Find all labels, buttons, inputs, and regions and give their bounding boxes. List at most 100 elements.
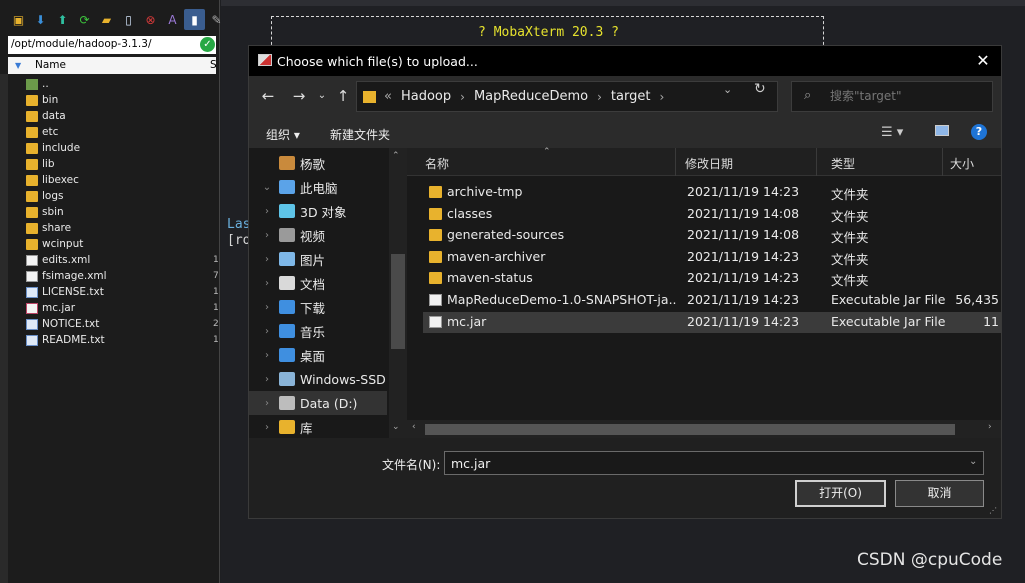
- help-icon[interactable]: ?: [971, 124, 987, 140]
- navigation-scroll-thumb[interactable]: [391, 254, 405, 349]
- collapsed-chevron-icon[interactable]: ›: [261, 254, 273, 265]
- sftp-list-item[interactable]: share: [8, 220, 220, 236]
- sftp-list-item[interactable]: fsimage.xml 7: [8, 268, 220, 284]
- open-button[interactable]: 打开(O): [795, 480, 886, 507]
- sftp-path-input[interactable]: /opt/module/hadoop-3.1.3/: [8, 36, 216, 54]
- collapsed-chevron-icon[interactable]: ›: [261, 422, 273, 433]
- breadcrumb-hadoop[interactable]: Hadoop: [401, 89, 451, 104]
- breadcrumb-separator-icon[interactable]: ›: [659, 90, 664, 104]
- file-row[interactable]: archive-tmp 2021/11/19 14:23 文件夹: [423, 182, 1001, 203]
- collapsed-chevron-icon[interactable]: ›: [261, 374, 273, 385]
- rename-icon[interactable]: A: [162, 9, 183, 30]
- refresh-icon[interactable]: ↻: [754, 81, 766, 97]
- up-arrow-icon[interactable]: ↑: [333, 87, 353, 105]
- horizontal-scroll-thumb[interactable]: [425, 424, 955, 435]
- collapsed-chevron-icon[interactable]: ›: [261, 302, 273, 313]
- column-size-header[interactable]: S: [210, 57, 217, 74]
- nav-item[interactable]: › 库: [249, 415, 389, 439]
- nav-item[interactable]: › 3D 对象: [249, 199, 389, 223]
- sftp-list-item[interactable]: data: [8, 108, 220, 124]
- sftp-list-item[interactable]: logs: [8, 188, 220, 204]
- filename-dropdown-chevron-icon[interactable]: ⌄: [969, 456, 977, 467]
- forward-arrow-icon[interactable]: →: [289, 87, 309, 105]
- nav-item[interactable]: › Data (D:): [249, 391, 387, 415]
- column-divider[interactable]: [942, 148, 943, 176]
- new-folder-button[interactable]: 新建文件夹: [330, 126, 390, 143]
- file-row[interactable]: MapReduceDemo-1.0-SNAPSHOT-ja... 2021/11/…: [423, 290, 1001, 311]
- address-dropdown-chevron-icon[interactable]: ⌄: [723, 83, 732, 96]
- sftp-list-item[interactable]: mc.jar 1: [8, 300, 220, 316]
- column-type-header[interactable]: 类型: [831, 155, 855, 172]
- preview-pane-icon[interactable]: [935, 125, 949, 136]
- nav-item[interactable]: ⌄ 此电脑: [249, 175, 389, 199]
- close-icon[interactable]: ✕: [971, 51, 995, 71]
- breadcrumb-mapreducedemo[interactable]: MapReduceDemo: [474, 89, 588, 104]
- column-size-header[interactable]: 大小: [950, 155, 974, 172]
- collapsed-chevron-icon[interactable]: ›: [261, 326, 273, 337]
- column-name-header[interactable]: Name: [35, 57, 66, 74]
- filename-input[interactable]: [444, 451, 984, 475]
- path-ok-icon[interactable]: ✓: [200, 37, 215, 52]
- nav-item[interactable]: › 桌面: [249, 343, 389, 367]
- collapsed-chevron-icon[interactable]: ›: [261, 206, 273, 217]
- sftp-list-item[interactable]: LICENSE.txt 1: [8, 284, 220, 300]
- nav-item[interactable]: › 文档: [249, 271, 389, 295]
- scroll-right-icon[interactable]: ›: [988, 422, 992, 432]
- address-bar[interactable]: « Hadoop › MapReduceDemo › target ›: [356, 81, 778, 112]
- organize-button[interactable]: 组织 ▾: [266, 126, 300, 143]
- delete-icon[interactable]: ⊗: [140, 9, 161, 30]
- download-icon[interactable]: ⬇: [30, 9, 51, 30]
- scroll-down-icon[interactable]: ⌄: [392, 422, 400, 432]
- scroll-left-icon[interactable]: ‹: [412, 422, 416, 432]
- resize-grip-icon[interactable]: ⋰: [989, 506, 997, 515]
- nav-item[interactable]: › 下载: [249, 295, 389, 319]
- new-file-icon[interactable]: ▯: [118, 9, 139, 30]
- file-row[interactable]: maven-status 2021/11/19 14:23 文件夹: [423, 268, 1001, 289]
- sftp-list-item[interactable]: lib: [8, 156, 220, 172]
- horizontal-scrollbar[interactable]: ‹ ›: [407, 420, 1001, 438]
- search-box[interactable]: ⌕: [791, 81, 993, 112]
- sftp-list-item[interactable]: ..: [8, 76, 220, 92]
- sftp-list-item[interactable]: edits.xml 1: [8, 252, 220, 268]
- dialog-titlebar[interactable]: Choose which file(s) to upload... ✕: [249, 46, 1001, 76]
- sftp-list-item[interactable]: NOTICE.txt 2: [8, 316, 220, 332]
- sftp-list-item[interactable]: bin: [8, 92, 220, 108]
- collapsed-chevron-icon[interactable]: ›: [261, 230, 273, 241]
- file-row[interactable]: generated-sources 2021/11/19 14:08 文件夹: [423, 225, 1001, 246]
- follow-terminal-icon[interactable]: ▮: [184, 9, 205, 30]
- new-folder-icon[interactable]: ▰: [96, 9, 117, 30]
- upload-icon[interactable]: ⬆: [52, 9, 73, 30]
- sftp-list-item[interactable]: include: [8, 140, 220, 156]
- nav-item[interactable]: › 音乐: [249, 319, 389, 343]
- file-row[interactable]: mc.jar 2021/11/19 14:23 Executable Jar Fil…: [423, 311, 1001, 333]
- back-arrow-icon[interactable]: ←: [258, 87, 278, 105]
- file-row[interactable]: classes 2021/11/19 14:08 文件夹: [423, 204, 1001, 225]
- sftp-list-item[interactable]: libexec: [8, 172, 220, 188]
- nav-item[interactable]: › 图片: [249, 247, 389, 271]
- file-row[interactable]: maven-archiver 2021/11/19 14:23 文件夹: [423, 247, 1001, 268]
- refresh-icon[interactable]: ⟳: [74, 9, 95, 30]
- breadcrumb-separator-icon[interactable]: ›: [597, 90, 602, 104]
- column-name-header[interactable]: 名称: [425, 155, 449, 172]
- change-view-icon[interactable]: ☰ ▾: [881, 125, 903, 140]
- sftp-list-item[interactable]: README.txt 1: [8, 332, 220, 348]
- collapsed-chevron-icon[interactable]: ›: [261, 278, 273, 289]
- expanded-chevron-icon[interactable]: ⌄: [261, 182, 273, 193]
- collapsed-chevron-icon[interactable]: ›: [261, 350, 273, 361]
- nav-item[interactable]: 杨歌: [249, 151, 389, 175]
- nav-item[interactable]: › 视频: [249, 223, 389, 247]
- search-input[interactable]: [830, 89, 980, 103]
- scroll-up-icon[interactable]: ⌃: [392, 151, 400, 161]
- column-divider[interactable]: [816, 148, 817, 176]
- go-parent-folder-icon[interactable]: ▣: [8, 9, 29, 30]
- column-date-header[interactable]: 修改日期: [685, 155, 733, 172]
- recent-locations-chevron-icon[interactable]: ⌄: [312, 90, 332, 101]
- cancel-button[interactable]: 取消: [895, 480, 984, 507]
- sftp-list-item[interactable]: sbin: [8, 204, 220, 220]
- sftp-list-item[interactable]: wcinput: [8, 236, 220, 252]
- breadcrumb-target[interactable]: target: [611, 89, 651, 104]
- sftp-list-item[interactable]: etc: [8, 124, 220, 140]
- breadcrumb-separator-icon[interactable]: ›: [460, 90, 465, 104]
- collapsed-chevron-icon[interactable]: ›: [261, 398, 273, 409]
- nav-item[interactable]: › Windows-SSD: [249, 367, 389, 391]
